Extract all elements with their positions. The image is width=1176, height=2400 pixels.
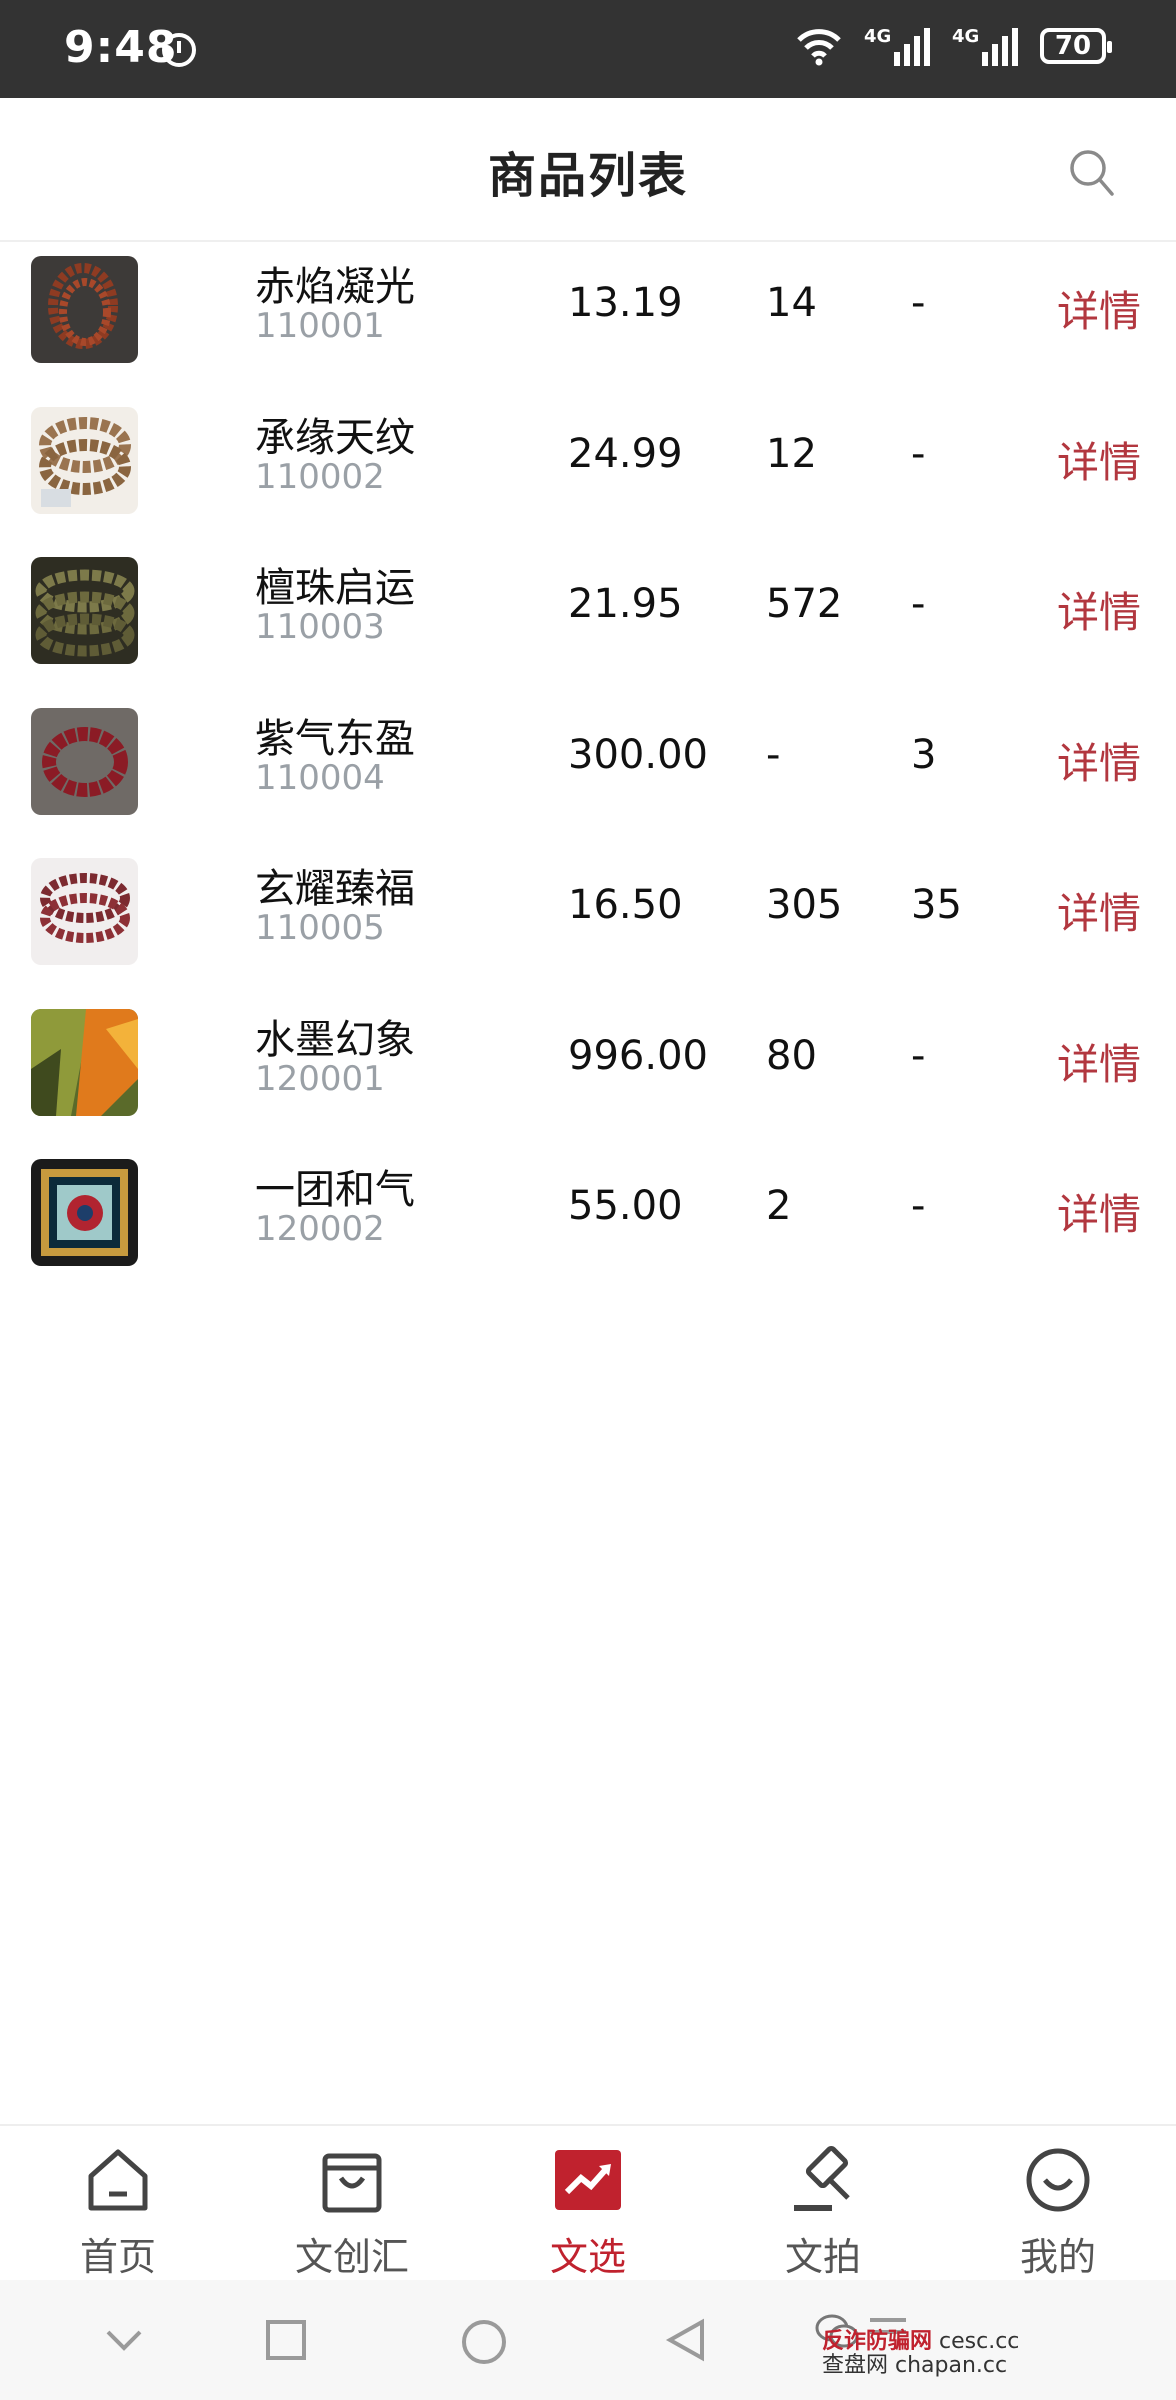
- watermark-line2b: chapan.cc: [895, 2353, 1008, 2378]
- watermark-line1: 反诈防骗网: [822, 2329, 933, 2354]
- smile-icon: [1026, 2148, 1090, 2212]
- detail-link[interactable]: 详情: [1057, 1181, 1141, 1242]
- product-name: 承缘天纹: [255, 414, 415, 461]
- product-col3: 35: [911, 882, 962, 928]
- product-col3: -: [911, 1183, 926, 1229]
- nav-label: 文创汇: [294, 2235, 409, 2279]
- product-thumbnail: [31, 256, 138, 363]
- battery-icon: 70: [1040, 28, 1112, 64]
- product-name: 赤焰凝光: [255, 264, 415, 310]
- detail-link[interactable]: 详情: [1057, 278, 1141, 339]
- home-icon: [88, 2149, 148, 2211]
- product-name: 紫气东盈: [255, 715, 415, 762]
- product-col3: -: [911, 280, 926, 326]
- nav-wenchuanghui[interactable]: 文创汇: [262, 2144, 442, 2281]
- product-name: 一团和气: [255, 1167, 415, 1213]
- watermark-line2: 查盘网: [822, 2353, 889, 2378]
- network-1-label: 4G: [864, 26, 892, 47]
- detail-link[interactable]: 详情: [1057, 579, 1141, 640]
- alarm-icon: [162, 33, 196, 67]
- product-price: 300.00: [568, 731, 708, 778]
- product-row[interactable]: 水墨幻象 120001 996.00 80 - 详情: [0, 995, 1176, 1146]
- network-2-label: 4G: [952, 26, 980, 47]
- product-code: 110003: [255, 607, 385, 647]
- detail-link[interactable]: 详情: [1057, 880, 1141, 941]
- product-row[interactable]: 玄耀臻福 110005 16.50 305 35 详情: [0, 844, 1176, 995]
- detail-link[interactable]: 详情: [1057, 730, 1141, 791]
- product-name: 檀珠启运: [255, 565, 415, 611]
- product-row[interactable]: 承缘天纹 110002 24.99 12 - 详情: [0, 393, 1176, 544]
- bottom-nav: 首页 文创汇 文选 文拍 我的: [0, 2124, 1176, 2280]
- product-price: 55.00: [568, 1183, 683, 1229]
- product-thumbnail: [31, 707, 138, 815]
- wifi-icon: [797, 29, 841, 66]
- product-row[interactable]: 一团和气 120002 55.00 2 - 详情: [0, 1145, 1176, 1296]
- product-col2: 14: [766, 280, 817, 326]
- detail-link[interactable]: 详情: [1057, 429, 1141, 490]
- product-price: 24.99: [568, 430, 683, 477]
- product-code: 110004: [255, 757, 385, 798]
- product-col2: -: [766, 731, 781, 778]
- bag-icon: [322, 2153, 382, 2213]
- nav-wenpai[interactable]: 文拍: [733, 2144, 913, 2281]
- product-thumbnail: [31, 557, 138, 664]
- nav-home[interactable]: 首页: [28, 2144, 208, 2281]
- product-col2: 80: [766, 1032, 817, 1079]
- nav-label: 文拍: [784, 2235, 861, 2279]
- signal-1-icon: 4G: [864, 26, 930, 66]
- product-list: 赤焰凝光 110001 13.19 14 - 详情 承缘天纹 110002 24…: [0, 242, 1176, 1296]
- product-col2: 12: [766, 430, 817, 477]
- gavel-icon: [794, 2145, 850, 2211]
- product-thumbnail: [31, 1008, 138, 1116]
- product-price: 16.50: [568, 882, 683, 928]
- product-col3: -: [911, 430, 926, 477]
- watermark-line1b: cesc.cc: [939, 2329, 1020, 2354]
- product-name: 玄耀臻福: [255, 866, 415, 912]
- product-code: 110002: [255, 456, 385, 497]
- nav-label: 文选: [549, 2235, 626, 2279]
- product-code: 110005: [255, 908, 385, 948]
- search-icon[interactable]: [1068, 148, 1114, 198]
- battery-level: 70: [1054, 31, 1092, 61]
- app-header: 商品列表: [0, 98, 1176, 242]
- product-name: 水墨幻象: [255, 1016, 415, 1063]
- product-row[interactable]: 紫气东盈 110004 300.00 - 3 详情: [0, 694, 1176, 845]
- nav-mine[interactable]: 我的: [968, 2144, 1148, 2281]
- status-bar: 9:48 4G 4G 70: [0, 0, 1176, 98]
- product-col2: 305: [766, 882, 843, 928]
- product-code: 120002: [255, 1209, 385, 1249]
- product-thumbnail: [31, 858, 138, 965]
- trend-icon: [555, 2150, 621, 2210]
- product-thumbnail: [31, 406, 138, 514]
- product-price: 13.19: [568, 280, 683, 326]
- home-circle-icon[interactable]: [460, 2318, 508, 2366]
- nav-wenxuan[interactable]: 文选: [498, 2144, 678, 2281]
- chevron-down-icon[interactable]: [102, 2318, 146, 2362]
- page-title: 商品列表: [487, 148, 688, 204]
- product-col3: 3: [911, 731, 937, 778]
- watermark: 反诈防骗网 cesc.cc 查盘网 chapan.cc: [822, 2330, 1019, 2378]
- back-icon[interactable]: [664, 2318, 708, 2362]
- recents-icon[interactable]: [264, 2318, 308, 2362]
- product-row[interactable]: 檀珠启运 110003 21.95 572 - 详情: [0, 543, 1176, 694]
- product-price: 996.00: [568, 1032, 708, 1079]
- product-code: 110001: [255, 306, 385, 346]
- nav-label: 我的: [1019, 2235, 1096, 2279]
- product-price: 21.95: [568, 581, 683, 627]
- product-col2: 572: [766, 581, 843, 627]
- product-thumbnail: [31, 1159, 138, 1266]
- status-time: 9:48: [64, 22, 178, 73]
- product-col3: -: [911, 581, 926, 627]
- detail-link[interactable]: 详情: [1057, 1031, 1141, 1092]
- product-col2: 2: [766, 1183, 792, 1229]
- product-row[interactable]: 赤焰凝光 110001 13.19 14 - 详情: [0, 242, 1176, 393]
- signal-2-icon: 4G: [952, 26, 1018, 66]
- product-code: 120001: [255, 1058, 385, 1099]
- product-col3: -: [911, 1032, 926, 1079]
- nav-label: 首页: [79, 2235, 156, 2279]
